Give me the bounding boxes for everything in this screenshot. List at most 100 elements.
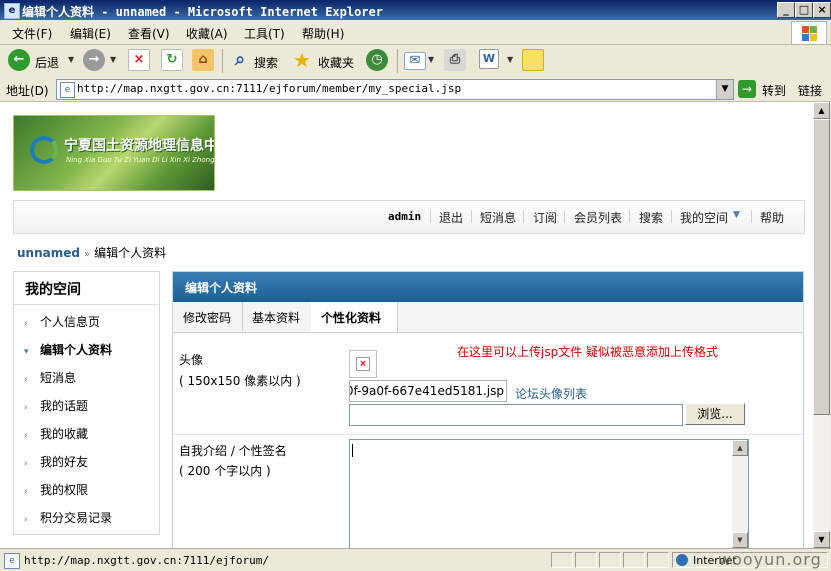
tab-change-password[interactable]: 修改密码 [173, 302, 243, 331]
upload-notice: 在这里可以上传jsp文件 疑似被恶意添加上传格式 [457, 345, 719, 359]
avatar-path-input[interactable]: c0f-9a0f-667e41ed5181.jsp [349, 380, 507, 402]
nav-subscribe[interactable]: 订阅 [533, 209, 557, 226]
forward-dropdown-icon[interactable]: ▼ [110, 55, 116, 64]
mail-dropdown-icon[interactable]: ▼ [428, 55, 434, 64]
bio-textarea[interactable]: ▲ ▼ [349, 439, 749, 548]
go-label[interactable]: 转到 [762, 82, 786, 99]
minimize-button[interactable]: _ [777, 2, 795, 18]
menu-view[interactable]: 查看(V) [128, 25, 170, 42]
status-bar: e http://map.nxgtt.gov.cn:7111/ejforum/ … [0, 548, 831, 571]
browse-button[interactable]: 浏览... [685, 403, 745, 425]
nav-search[interactable]: 搜索 [639, 209, 663, 226]
home-icon[interactable]: ⌂ [192, 49, 214, 71]
scroll-up-icon[interactable]: ▲ [813, 102, 830, 119]
menu-tools[interactable]: 工具(T) [244, 25, 285, 42]
nav-logout[interactable]: 退出 [439, 209, 463, 226]
nav-user[interactable]: admin [388, 210, 421, 223]
back-label[interactable]: 后退 [35, 54, 59, 71]
print-icon[interactable]: ⎙ [444, 49, 466, 71]
page-scrollbar[interactable]: ▲ ▼ [813, 102, 830, 548]
form-divider [173, 434, 803, 435]
status-pane [623, 552, 645, 568]
sidebar-item-friends[interactable]: › 我的好友 [24, 453, 88, 470]
nav-separator [430, 210, 431, 223]
search-label[interactable]: 搜索 [254, 54, 278, 71]
file-upload-input[interactable] [349, 404, 683, 426]
sidebar-item-profile[interactable]: › 个人信息页 [24, 313, 100, 330]
site-name: 宁夏国土资源地理信息中心 [64, 138, 214, 154]
status-pane [575, 552, 597, 568]
breadcrumb-separator: » [83, 249, 91, 260]
sidebar-item-credit-log[interactable]: › 积分交易记录 [24, 509, 112, 526]
globe-icon [676, 554, 688, 566]
links-label[interactable]: 链接 [798, 82, 822, 99]
maximize-button[interactable]: □ [795, 2, 813, 18]
nav-my-space[interactable]: 我的空间 [680, 209, 728, 226]
edit-dropdown-icon[interactable]: ▼ [507, 55, 513, 64]
close-button[interactable]: × [813, 2, 831, 18]
chevron-right-icon: › [24, 459, 28, 469]
scroll-thumb[interactable] [813, 119, 830, 415]
page-icon: e [60, 82, 75, 98]
site-logo-icon [30, 136, 58, 164]
avatar-image: × [349, 350, 377, 378]
chevron-right-icon: › [24, 375, 28, 385]
ie-icon: e [4, 3, 20, 19]
textarea-scrollbar[interactable]: ▲ ▼ [732, 440, 748, 548]
sidebar-title: 我的空间 [25, 282, 81, 298]
bio-label: 自我介绍 / 个性签名 [179, 444, 287, 458]
menu-edit[interactable]: 编辑(E) [70, 25, 111, 42]
go-arrow-icon[interactable]: → [738, 80, 756, 98]
search-icon[interactable]: ⌕ [229, 49, 251, 71]
chevron-right-icon: › [24, 431, 28, 441]
tab-bar: 修改密码 基本资料 个性化资料 [173, 302, 803, 333]
nav-member-list[interactable]: 会员列表 [574, 209, 622, 226]
sidebar-item-edit-profile[interactable]: ▾ 编辑个人资料 [24, 341, 112, 358]
scroll-down-icon[interactable]: ▼ [732, 532, 748, 548]
mail-icon[interactable]: ✉ [404, 52, 426, 70]
breadcrumb-site[interactable]: unnamed [17, 246, 80, 260]
nav-separator [523, 210, 524, 223]
avatar-label: 头像 [179, 353, 204, 367]
tab-basic-info[interactable]: 基本资料 [242, 302, 312, 331]
address-url[interactable]: http://map.nxgtt.gov.cn:7111/ejforum/mem… [77, 82, 461, 95]
tab-personalization[interactable]: 个性化资料 [311, 302, 398, 332]
nav-separator [564, 210, 565, 223]
my-space-dropdown-icon[interactable]: ▼ [733, 210, 740, 220]
back-icon[interactable]: ← [8, 49, 30, 71]
windows-logo-icon [791, 21, 827, 45]
edit-profile-panel: 编辑个人资料 修改密码 基本资料 个性化资料 头像 ( 150x150 像素以内… [172, 271, 804, 548]
sidebar-item-topics[interactable]: › 我的话题 [24, 397, 88, 414]
favorites-star-icon[interactable]: ★ [291, 49, 313, 71]
back-dropdown-icon[interactable]: ▼ [68, 55, 74, 64]
nav-separator [751, 210, 752, 223]
title-bar: e 编辑个人资料 - unnamed - Microsoft Internet … [0, 0, 831, 20]
menu-help[interactable]: 帮助(H) [302, 25, 344, 42]
text-cursor [352, 444, 353, 457]
nav-messages[interactable]: 短消息 [480, 209, 516, 226]
messenger-note-icon[interactable] [522, 49, 544, 71]
page-icon: e [4, 553, 20, 569]
refresh-icon[interactable]: ↻ [161, 49, 183, 71]
scroll-up-icon[interactable]: ▲ [732, 440, 748, 456]
edit-word-icon[interactable]: W [479, 49, 499, 69]
scroll-down-icon[interactable]: ▼ [813, 531, 830, 548]
nav-separator [671, 210, 672, 223]
sidebar-item-favorites[interactable]: › 我的收藏 [24, 425, 88, 442]
address-dropdown-icon[interactable]: ▼ [716, 80, 733, 99]
nav-help[interactable]: 帮助 [760, 209, 784, 226]
avatar-hint: ( 150x150 像素以内 ) [179, 374, 301, 388]
chevron-right-icon: › [24, 515, 28, 525]
sidebar-item-messages[interactable]: › 短消息 [24, 369, 76, 386]
favorites-label[interactable]: 收藏夹 [318, 54, 354, 71]
address-input[interactable]: e http://map.nxgtt.gov.cn:7111/ejforum/m… [56, 79, 734, 100]
status-pane [551, 552, 573, 568]
sidebar-item-permissions[interactable]: › 我的权限 [24, 481, 88, 498]
menu-file[interactable]: 文件(F) [12, 25, 52, 42]
menu-favorites[interactable]: 收藏(A) [186, 25, 228, 42]
stop-icon[interactable]: × [128, 49, 150, 71]
site-banner[interactable]: 宁夏国土资源地理信息中心 Ning Xia Guo Tu Zi Yuan Di … [13, 115, 215, 191]
history-icon[interactable]: ◷ [366, 49, 388, 71]
avatar-list-link[interactable]: 论坛头像列表 [515, 385, 587, 402]
forward-icon[interactable]: → [83, 49, 105, 71]
